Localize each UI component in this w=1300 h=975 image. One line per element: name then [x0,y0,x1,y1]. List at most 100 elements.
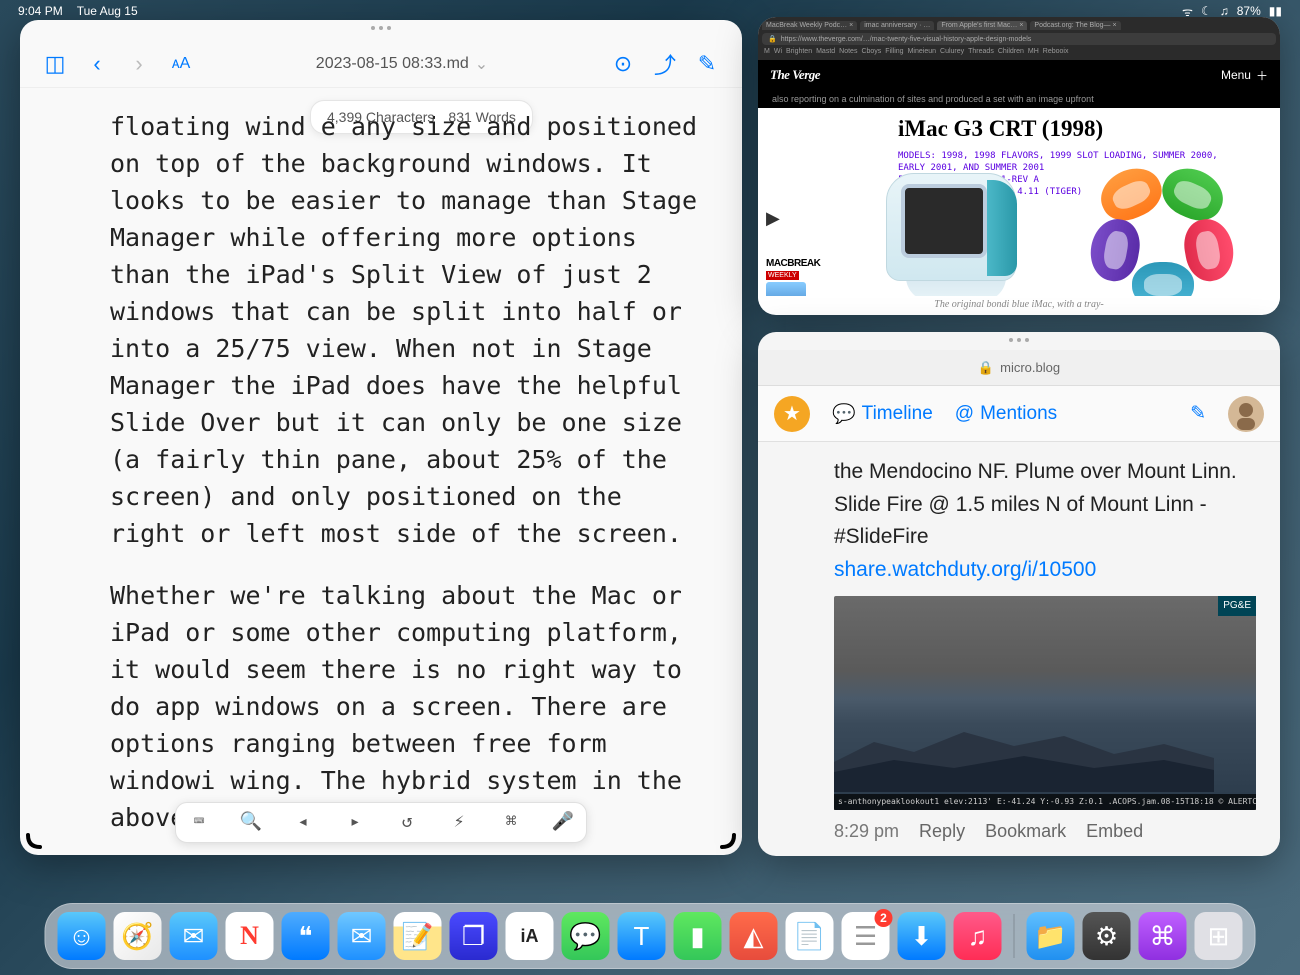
bookmark-item[interactable]: Rebooix [1043,48,1069,55]
browser-tab[interactable]: MacBreak Weekly Podc… × [762,21,857,30]
editor-text-area[interactable]: floating wind⁠ e any size and positioned… [20,88,742,853]
dock-app-music[interactable]: ♫ [954,912,1002,960]
imac-illustration [858,166,1270,315]
text-size-button[interactable]: ᴀA [164,47,198,81]
dock-app-notes[interactable]: 📝 [394,912,442,960]
compose-button[interactable]: ✎ [1190,402,1206,425]
camera-overlay-text: s-anthonypeaklookout1 elev:2113' E:-41.2… [834,794,1256,810]
bookmark-button[interactable]: Bookmark [985,818,1066,846]
status-bar: 9:04 PM Tue Aug 15 ᯤ ☾ ♫ 87% ▮▮ [0,0,1300,22]
bookmark-item[interactable]: Culurey [940,48,964,55]
tab-mentions[interactable]: @ Mentions [955,403,1057,425]
window-resize-handle-left[interactable] [24,821,54,851]
battery-icon: ▮▮ [1269,4,1282,18]
dock-app-messages[interactable]: 💬 [562,912,610,960]
undo-icon[interactable]: ↺ [394,809,420,836]
dock-app-mail[interactable]: ✉ [338,912,386,960]
dock-app-numbers[interactable]: ▮ [674,912,722,960]
dock-app-settings[interactable]: ⚙ [1083,912,1131,960]
command-icon[interactable]: ⌘ [498,809,524,836]
back-button[interactable]: ‹ [80,47,114,81]
document-title[interactable]: 2023-08-15 08:33.md [316,55,469,73]
discover-icon[interactable]: ★ [774,396,810,432]
browser-url-bar[interactable]: 🔒 https://www.theverge.com/…/mac-twenty-… [762,33,1276,45]
window-resize-handle-right[interactable] [708,821,738,851]
dock-app-stage[interactable]: ❐ [450,912,498,960]
dock-app-mail-alt[interactable]: ✉ [170,912,218,960]
status-time: 9:04 PM [18,4,63,18]
dock-app-safari[interactable]: 🧭 [114,912,162,960]
post-image[interactable]: PG&E s-anthonypeaklookout1 elev:2113' E:… [834,596,1256,810]
dock-app-news[interactable]: N [226,912,274,960]
status-date: Tue Aug 15 [77,4,138,18]
share-button[interactable]: ⤴ [648,47,682,81]
verge-logo[interactable]: The Verge [770,67,820,83]
search-icon[interactable]: 🔍 [238,809,264,836]
editor-paragraph-2: Whether we're talking about the Mac or i… [110,577,702,836]
browser-tab-active[interactable]: From Apple's first Mac… × [937,21,1027,30]
bookmark-item[interactable]: Filling [885,48,903,55]
battery-percent: 87% [1237,4,1261,18]
dock-app-ia-writer[interactable]: iA [506,912,554,960]
post-timestamp[interactable]: 8:29 pm [834,818,899,846]
article-caption: The original bondi blue iMac, with a tra… [758,296,1280,313]
dock-app-reminders[interactable]: ☰2 [842,912,890,960]
dock-app-podcasts[interactable]: ⌘ [1139,912,1187,960]
article-sidebar: ▶ MACBREAK WEEKLY [766,208,818,310]
bookmark-item[interactable]: Children [998,48,1024,55]
dock-app-sequel[interactable]: ❝ [282,912,330,960]
next-icon[interactable]: ▸ [342,809,368,836]
tab-timeline[interactable]: 💬 Timeline [832,402,933,426]
dock: ☺🧭✉N❝✉📝❐iA💬T▮◭📄☰2⬇♫📁⚙⌘⊞ [45,903,1256,969]
avatar[interactable] [1228,396,1264,432]
keyboard-icon[interactable]: ⌨︎ [186,809,212,836]
browser-tab[interactable]: Podcast.org: The Blog— × [1030,21,1120,30]
window-grabber[interactable] [1009,338,1029,342]
preview-button[interactable]: ⊙ [606,47,640,81]
lock-icon: 🔒 [978,360,994,376]
sidebar-toggle-icon[interactable]: ◫ [38,47,72,81]
article-title: iMac G3 CRT (1998) [898,116,1264,142]
plus-icon: ＋ [1256,67,1268,84]
browser-tab[interactable]: imac anniversary · … [860,21,934,30]
post-link[interactable]: share.watchduty.org/i/10500 [834,558,1096,581]
play-icon[interactable]: ▶ [766,208,818,229]
dock-app-finder[interactable]: ☺ [58,912,106,960]
reply-button[interactable]: Reply [919,818,965,846]
bookmark-item[interactable]: MH [1028,48,1039,55]
bookmark-item[interactable]: Wi [774,48,782,55]
dock-app-tot[interactable]: T [618,912,666,960]
bookmark-item[interactable]: Notes [839,48,857,55]
post-meta: 8:29 pm Reply Bookmark Embed [834,818,1256,846]
safari-url-bar[interactable]: 🔒 micro.blog [758,350,1280,386]
chevron-down-icon[interactable]: ⌄ [475,54,488,74]
chat-icon: 💬 [832,402,856,426]
bolt-icon[interactable]: ⚡︎ [446,809,472,836]
dock-app-affinity[interactable]: ◭ [730,912,778,960]
bookmark-item[interactable]: Mineieun [908,48,936,55]
dock-app-app-library[interactable]: ⊞ [1195,912,1243,960]
prev-icon[interactable]: ◂ [290,809,316,836]
forward-button[interactable]: › [122,47,156,81]
bookmark-item[interactable]: Mastd [816,48,835,55]
verge-menu-button[interactable]: Menu ＋ [1221,67,1268,84]
article-content[interactable]: iMac G3 CRT (1998) MODELS: 1998, 1998 FL… [758,108,1280,313]
post-text: the Mendocino NF. Plume over Mount Linn.… [834,460,1237,548]
compose-button[interactable]: ✎ [690,47,724,81]
bookmark-item[interactable]: M [764,48,770,55]
pge-badge: PG&E [1218,596,1256,616]
microblog-window: 🔒 micro.blog ★ 💬 Timeline @ Mentions ✎ t… [758,332,1280,856]
window-grabber[interactable] [371,26,391,30]
embed-button[interactable]: Embed [1086,818,1143,846]
bookmark-item[interactable]: Threads [968,48,994,55]
editor-window: ◫ ‹ › ᴀA 2023-08-15 08:33.md ⌄ ⊙ ⤴ ✎ 4,3… [20,20,742,855]
browser-bookmarks-bar: M Wi Brighten Mastd Notes Cboys Filling … [762,45,1276,56]
dock-separator [1014,914,1015,958]
dock-app-files[interactable]: 📁 [1027,912,1075,960]
mic-icon[interactable]: 🎤 [550,809,576,836]
dock-app-downloads[interactable]: ⬇ [898,912,946,960]
bookmark-item[interactable]: Cboys [861,48,881,55]
url-text: micro.blog [1000,360,1060,375]
dock-app-pages[interactable]: 📄 [786,912,834,960]
bookmark-item[interactable]: Brighten [786,48,812,55]
